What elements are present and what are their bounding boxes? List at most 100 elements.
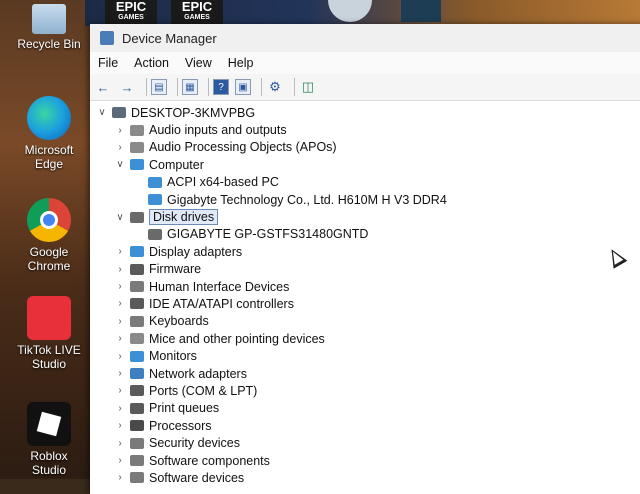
device-icon xyxy=(130,420,144,432)
desktop-icon-label: Google Chrome xyxy=(27,245,71,273)
tree-device[interactable]: Gigabyte Technology Co., Ltd. H610M H V3… xyxy=(90,191,640,208)
tree-item-label: Audio inputs and outputs xyxy=(149,123,287,138)
tree-category[interactable]: › Security devices xyxy=(90,434,640,451)
expand-chevron-icon[interactable]: › xyxy=(114,264,126,275)
expand-chevron-icon[interactable]: › xyxy=(114,281,126,292)
toolbar-separator xyxy=(261,78,262,96)
epic-sub-label: GAMES xyxy=(118,14,144,21)
properties-icon[interactable]: ▤ xyxy=(151,79,167,95)
device-icon xyxy=(148,194,162,206)
tree-category[interactable]: › Ports (COM & LPT) xyxy=(90,382,640,399)
desktop-icon-edge[interactable]: Microsoft Edge xyxy=(10,96,88,171)
expand-chevron-icon[interactable]: › xyxy=(114,298,126,309)
recycle-bin-icon xyxy=(32,4,66,34)
epic-sub-label: GAMES xyxy=(184,14,210,21)
desktop-icon-recycle-bin[interactable]: Recycle Bin xyxy=(10,4,88,51)
device-icon xyxy=(130,211,144,223)
help-icon[interactable]: ? xyxy=(213,79,229,95)
tiktok-icon xyxy=(27,296,71,340)
tree-device[interactable]: ACPI x64-based PC xyxy=(90,174,640,191)
expand-chevron-icon[interactable]: › xyxy=(114,125,126,136)
epic-games-icon[interactable]: EPIC GAMES xyxy=(105,0,157,24)
desktop-icon-label: TikTok LIVE Studio xyxy=(17,343,81,371)
edge-icon xyxy=(27,96,71,140)
tree-category[interactable]: › IDE ATA/ATAPI controllers xyxy=(90,295,640,312)
menu-view[interactable]: View xyxy=(185,56,212,70)
toolbar-separator xyxy=(208,78,209,96)
device-icon xyxy=(130,437,144,449)
desktop-icon-chrome[interactable]: Google Chrome xyxy=(10,198,88,273)
expand-chevron-icon[interactable]: › xyxy=(114,420,126,431)
tree-category[interactable]: › Network adapters xyxy=(90,365,640,382)
tree-category[interactable]: › Firmware xyxy=(90,261,640,278)
expand-chevron-icon[interactable]: › xyxy=(114,333,126,344)
tree-category[interactable]: › Software devices xyxy=(90,469,640,486)
device-icon xyxy=(130,333,144,345)
tree-item-label: Software components xyxy=(149,453,270,468)
device-icon xyxy=(130,141,144,153)
tree-category[interactable]: › Mice and other pointing devices xyxy=(90,330,640,347)
expand-chevron-icon[interactable]: › xyxy=(114,142,126,153)
tree-category[interactable]: › Audio inputs and outputs xyxy=(90,121,640,138)
tree-category[interactable]: ∨ Computer xyxy=(90,156,640,173)
tree-category[interactable]: › Audio Processing Objects (APOs) xyxy=(90,139,640,156)
tree-item-label: Security devices xyxy=(149,436,241,451)
expand-chevron-icon[interactable]: › xyxy=(114,472,126,483)
tree-item-label: Display adapters xyxy=(149,244,243,259)
tree-category[interactable]: › Monitors xyxy=(90,347,640,364)
expand-chevron-icon[interactable]: › xyxy=(114,368,126,379)
device-icon xyxy=(130,385,144,397)
update-driver-icon[interactable]: ▦ xyxy=(182,79,198,95)
tree-root[interactable]: ∨ DESKTOP-3KMVPBG xyxy=(90,104,640,121)
tree-category[interactable]: › Print queues xyxy=(90,400,640,417)
tree-category[interactable]: ∨ Disk drives xyxy=(90,208,640,226)
expand-chevron-icon[interactable]: › xyxy=(114,351,126,362)
tree-item-label: Network adapters xyxy=(149,366,247,381)
device-icon xyxy=(130,350,144,362)
menu-file[interactable]: File xyxy=(98,56,118,70)
expand-chevron-icon[interactable]: › xyxy=(114,246,126,257)
menu-action[interactable]: Action xyxy=(134,56,169,70)
tree-item-label: Processors xyxy=(149,418,212,433)
forward-arrow-icon[interactable]: → xyxy=(118,78,136,96)
tree-item-label: Keyboards xyxy=(149,314,209,329)
tree-category[interactable]: › Keyboards xyxy=(90,313,640,330)
monitor-icon[interactable]: ◫ xyxy=(299,78,317,96)
tree-category[interactable]: › Processors xyxy=(90,417,640,434)
expand-chevron-icon[interactable]: › xyxy=(114,438,126,449)
view-icon[interactable]: ▣ xyxy=(235,79,251,95)
tree-device[interactable]: GIGABYTE GP-GSTFS31480GNTD xyxy=(90,226,640,243)
desktop-icon-roblox-studio[interactable]: Roblox Studio xyxy=(10,402,88,477)
expand-chevron-icon[interactable]: › xyxy=(114,403,126,414)
desktop-icon-label: Microsoft Edge xyxy=(24,143,74,171)
device-icon xyxy=(130,402,144,414)
tree-item-label: IDE ATA/ATAPI controllers xyxy=(149,296,294,311)
window-title: Device Manager xyxy=(122,30,217,46)
tree-category[interactable]: › Display adapters xyxy=(90,243,640,260)
app-tile-icon[interactable] xyxy=(401,0,441,22)
tree-item-label: Monitors xyxy=(149,349,197,364)
desktop-icon-tiktok-live[interactable]: TikTok LIVE Studio xyxy=(10,296,88,371)
tree-item-label: Disk drives xyxy=(149,209,219,226)
scan-hardware-icon[interactable]: ⚙ xyxy=(266,78,284,96)
roblox-icon xyxy=(27,402,71,446)
tree-item-label: Human Interface Devices xyxy=(149,279,290,294)
expand-chevron-icon[interactable]: › xyxy=(114,385,126,396)
device-icon xyxy=(130,159,144,171)
computer-icon xyxy=(112,107,126,119)
menu-help[interactable]: Help xyxy=(228,56,254,70)
tree-item-label: Software devices xyxy=(149,470,245,485)
collapse-chevron-icon[interactable]: ∨ xyxy=(114,159,126,170)
expand-chevron-icon[interactable]: › xyxy=(114,455,126,466)
epic-games-icon[interactable]: EPIC GAMES xyxy=(171,0,223,24)
back-arrow-icon[interactable]: ← xyxy=(94,78,112,96)
steam-icon[interactable] xyxy=(328,0,372,22)
collapse-chevron-icon[interactable]: ∨ xyxy=(114,212,126,223)
toolbar-separator xyxy=(294,78,295,96)
collapse-chevron-icon[interactable]: ∨ xyxy=(96,107,108,118)
expand-chevron-icon[interactable]: › xyxy=(114,316,126,327)
title-bar[interactable]: Device Manager xyxy=(90,24,640,52)
device-manager-window: Device Manager File Action View Help ← →… xyxy=(90,24,640,494)
tree-category[interactable]: › Software components xyxy=(90,452,640,469)
tree-category[interactable]: › Human Interface Devices xyxy=(90,278,640,295)
